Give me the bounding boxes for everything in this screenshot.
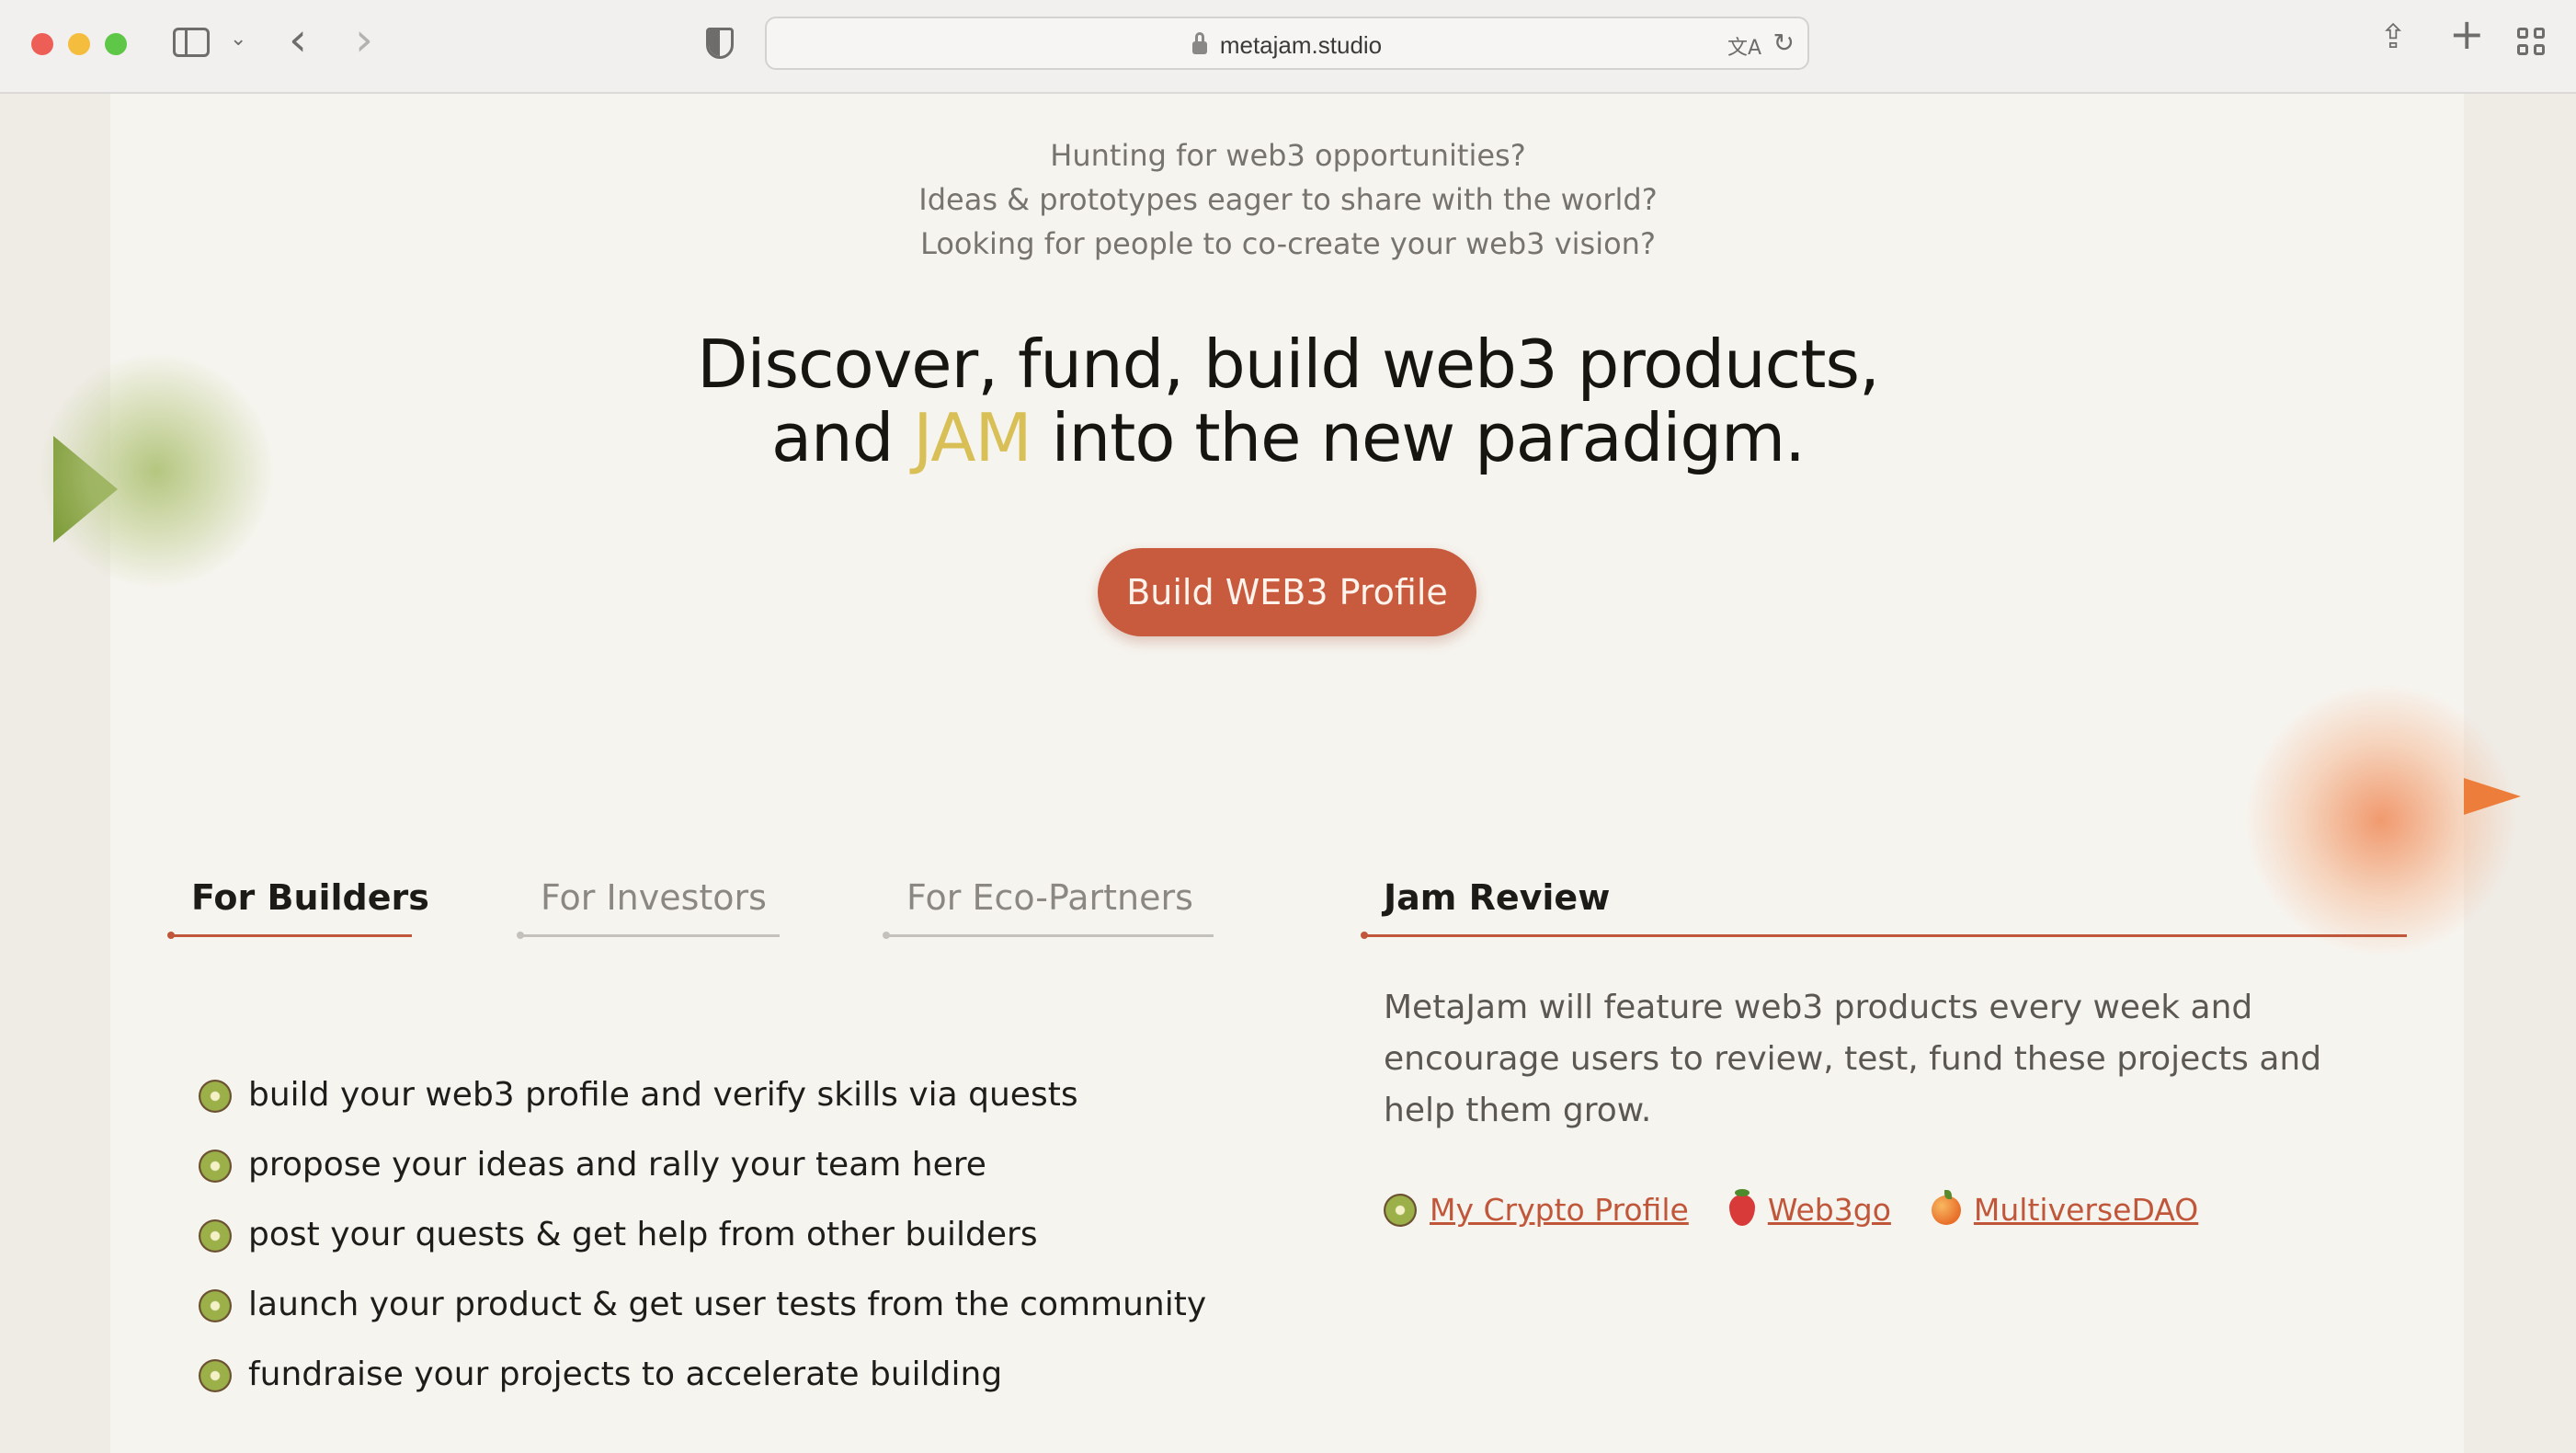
strawberry-icon	[1728, 1188, 1755, 1226]
orange-triangle-decoration	[2464, 778, 2521, 815]
intro-line-3: Looking for people to co-create your web…	[920, 226, 1656, 261]
list-item: fundraise your projects to accelerate bu…	[199, 1356, 1206, 1425]
project-link-item: My Crypto Profile	[1384, 1192, 1689, 1228]
tab-underline-builders	[167, 932, 412, 939]
translate-icon[interactable]: 文A	[1727, 31, 1761, 61]
sidebar-toggle-icon[interactable]	[173, 28, 210, 57]
privacy-shield-icon[interactable]	[706, 28, 734, 59]
list-item: build your web3 profile and verify skill…	[199, 1076, 1206, 1146]
build-profile-button[interactable]: Build WEB3 Profile	[1098, 548, 1476, 636]
kiwi-icon	[199, 1080, 232, 1113]
page-viewport: Hunting for web3 opportunities? Ideas & …	[0, 94, 2576, 1453]
kiwi-icon	[199, 1219, 232, 1253]
builders-list: build your web3 profile and verify skill…	[199, 1076, 1206, 1425]
intro-line-1: Hunting for web3 opportunities?	[1050, 138, 1526, 173]
hero-headline-line-2: and JAM into the new paradigm.	[770, 399, 1806, 476]
kiwi-icon	[199, 1289, 232, 1322]
hero-headline-line-1: Discover, fund, build web3 products,	[697, 326, 1880, 403]
web3go-link[interactable]: Web3go	[1768, 1192, 1891, 1228]
tab-for-builders[interactable]: For Builders	[191, 877, 429, 918]
tab-for-investors[interactable]: For Investors	[541, 877, 767, 918]
chevron-down-icon[interactable]: ⌄	[230, 28, 246, 51]
tab-overview-icon[interactable]	[2517, 28, 2547, 57]
forward-arrow-icon[interactable]: ›	[355, 17, 373, 63]
jam-review-title: Jam Review	[1384, 877, 1611, 918]
list-item: launch your product & get user tests fro…	[199, 1286, 1206, 1356]
list-item: propose your ideas and rally your team h…	[199, 1146, 1206, 1216]
peach-icon	[1931, 1189, 1961, 1225]
featured-projects: My Crypto Profile Web3go MultiverseDAO	[1384, 1188, 2239, 1228]
address-bar[interactable]: metajam.studio 文A ↻	[765, 17, 1809, 70]
project-link-item: Web3go	[1728, 1188, 1891, 1228]
minimize-window-button[interactable]	[68, 33, 90, 55]
back-arrow-icon[interactable]: ‹	[289, 17, 307, 63]
project-link-item: MultiverseDAO	[1931, 1189, 2198, 1228]
intro-line-2: Ideas & prototypes eager to share with t…	[918, 182, 1658, 217]
my-crypto-profile-link[interactable]: My Crypto Profile	[1430, 1192, 1689, 1228]
kiwi-icon	[199, 1150, 232, 1183]
tab-for-eco-partners[interactable]: For Eco-Partners	[906, 877, 1193, 918]
new-tab-icon[interactable]: +	[2449, 13, 2485, 55]
browser-toolbar: ⌄ ‹ › metajam.studio 文A ↻ ⇪ +	[0, 0, 2576, 94]
multiversedao-link[interactable]: MultiverseDAO	[1974, 1192, 2198, 1228]
zoom-window-button[interactable]	[105, 33, 127, 55]
tab-underline-eco-partners	[883, 932, 1214, 939]
kiwi-icon	[199, 1359, 232, 1392]
close-window-button[interactable]	[31, 33, 53, 55]
jam-review-description: MetaJam will feature web3 products every…	[1384, 989, 2322, 1129]
lock-icon	[1191, 32, 1207, 54]
kiwi-icon	[1384, 1193, 1417, 1227]
list-item: post your quests & get help from other b…	[199, 1216, 1206, 1286]
tab-underline-investors	[517, 932, 780, 939]
jam-highlight: JAM	[913, 399, 1032, 476]
jam-review-underline	[1361, 932, 2407, 939]
url-text: metajam.studio	[1219, 31, 1383, 59]
reload-icon[interactable]: ↻	[1773, 28, 1795, 58]
share-icon[interactable]: ⇪	[2379, 18, 2407, 56]
orange-glow-decoration	[2243, 682, 2519, 958]
